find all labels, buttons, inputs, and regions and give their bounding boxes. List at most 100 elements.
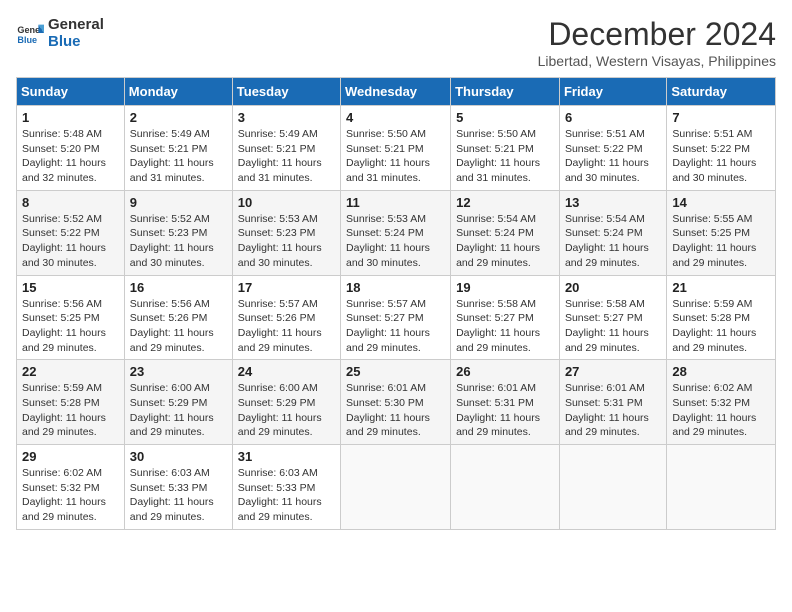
day-cell: 26 Sunrise: 6:01 AM Sunset: 5:31 PM Dayl… (451, 360, 560, 445)
day-number: 31 (238, 449, 335, 464)
day-info: Sunrise: 5:59 AM Sunset: 5:28 PM Dayligh… (672, 297, 770, 356)
day-cell: 18 Sunrise: 5:57 AM Sunset: 5:27 PM Dayl… (341, 275, 451, 360)
day-number: 26 (456, 364, 554, 379)
day-number: 2 (130, 110, 227, 125)
day-info: Sunrise: 5:50 AM Sunset: 5:21 PM Dayligh… (346, 127, 445, 186)
day-number: 22 (22, 364, 119, 379)
logo-blue: Blue (48, 33, 104, 50)
day-info: Sunrise: 5:55 AM Sunset: 5:25 PM Dayligh… (672, 212, 770, 271)
day-cell: 12 Sunrise: 5:54 AM Sunset: 5:24 PM Dayl… (451, 190, 560, 275)
day-info: Sunrise: 6:00 AM Sunset: 5:29 PM Dayligh… (238, 381, 335, 440)
day-number: 3 (238, 110, 335, 125)
day-info: Sunrise: 6:01 AM Sunset: 5:31 PM Dayligh… (565, 381, 661, 440)
day-cell: 9 Sunrise: 5:52 AM Sunset: 5:23 PM Dayli… (124, 190, 232, 275)
day-cell (341, 445, 451, 530)
header-cell-saturday: Saturday (667, 78, 776, 106)
day-info: Sunrise: 5:58 AM Sunset: 5:27 PM Dayligh… (456, 297, 554, 356)
day-cell: 29 Sunrise: 6:02 AM Sunset: 5:32 PM Dayl… (17, 445, 125, 530)
day-cell: 11 Sunrise: 5:53 AM Sunset: 5:24 PM Dayl… (341, 190, 451, 275)
day-cell: 23 Sunrise: 6:00 AM Sunset: 5:29 PM Dayl… (124, 360, 232, 445)
day-info: Sunrise: 5:50 AM Sunset: 5:21 PM Dayligh… (456, 127, 554, 186)
day-info: Sunrise: 5:53 AM Sunset: 5:23 PM Dayligh… (238, 212, 335, 271)
day-number: 12 (456, 195, 554, 210)
day-cell: 7 Sunrise: 5:51 AM Sunset: 5:22 PM Dayli… (667, 106, 776, 191)
header-cell-monday: Monday (124, 78, 232, 106)
day-cell: 24 Sunrise: 6:00 AM Sunset: 5:29 PM Dayl… (232, 360, 340, 445)
svg-text:Blue: Blue (17, 35, 37, 45)
day-cell: 5 Sunrise: 5:50 AM Sunset: 5:21 PM Dayli… (451, 106, 560, 191)
day-info: Sunrise: 5:53 AM Sunset: 5:24 PM Dayligh… (346, 212, 445, 271)
day-info: Sunrise: 6:00 AM Sunset: 5:29 PM Dayligh… (130, 381, 227, 440)
day-info: Sunrise: 6:01 AM Sunset: 5:30 PM Dayligh… (346, 381, 445, 440)
day-info: Sunrise: 5:59 AM Sunset: 5:28 PM Dayligh… (22, 381, 119, 440)
day-cell: 27 Sunrise: 6:01 AM Sunset: 5:31 PM Dayl… (559, 360, 666, 445)
day-cell: 22 Sunrise: 5:59 AM Sunset: 5:28 PM Dayl… (17, 360, 125, 445)
header-cell-thursday: Thursday (451, 78, 560, 106)
day-cell: 28 Sunrise: 6:02 AM Sunset: 5:32 PM Dayl… (667, 360, 776, 445)
logo: General Blue General Blue (16, 16, 104, 50)
day-info: Sunrise: 5:49 AM Sunset: 5:21 PM Dayligh… (238, 127, 335, 186)
week-row-1: 1 Sunrise: 5:48 AM Sunset: 5:20 PM Dayli… (17, 106, 776, 191)
header-cell-sunday: Sunday (17, 78, 125, 106)
day-number: 18 (346, 280, 445, 295)
day-cell: 15 Sunrise: 5:56 AM Sunset: 5:25 PM Dayl… (17, 275, 125, 360)
day-number: 15 (22, 280, 119, 295)
day-info: Sunrise: 5:58 AM Sunset: 5:27 PM Dayligh… (565, 297, 661, 356)
day-number: 9 (130, 195, 227, 210)
day-info: Sunrise: 5:52 AM Sunset: 5:23 PM Dayligh… (130, 212, 227, 271)
day-number: 8 (22, 195, 119, 210)
calendar-body: 1 Sunrise: 5:48 AM Sunset: 5:20 PM Dayli… (17, 106, 776, 530)
day-cell: 2 Sunrise: 5:49 AM Sunset: 5:21 PM Dayli… (124, 106, 232, 191)
day-cell (451, 445, 560, 530)
day-number: 4 (346, 110, 445, 125)
day-cell: 20 Sunrise: 5:58 AM Sunset: 5:27 PM Dayl… (559, 275, 666, 360)
day-info: Sunrise: 5:48 AM Sunset: 5:20 PM Dayligh… (22, 127, 119, 186)
day-number: 28 (672, 364, 770, 379)
day-number: 6 (565, 110, 661, 125)
day-cell: 3 Sunrise: 5:49 AM Sunset: 5:21 PM Dayli… (232, 106, 340, 191)
day-number: 17 (238, 280, 335, 295)
day-info: Sunrise: 5:54 AM Sunset: 5:24 PM Dayligh… (565, 212, 661, 271)
day-cell: 6 Sunrise: 5:51 AM Sunset: 5:22 PM Dayli… (559, 106, 666, 191)
day-cell: 25 Sunrise: 6:01 AM Sunset: 5:30 PM Dayl… (341, 360, 451, 445)
header-row: SundayMondayTuesdayWednesdayThursdayFrid… (17, 78, 776, 106)
day-number: 23 (130, 364, 227, 379)
calendar-table: SundayMondayTuesdayWednesdayThursdayFrid… (16, 77, 776, 530)
day-cell: 19 Sunrise: 5:58 AM Sunset: 5:27 PM Dayl… (451, 275, 560, 360)
day-cell: 4 Sunrise: 5:50 AM Sunset: 5:21 PM Dayli… (341, 106, 451, 191)
week-row-3: 15 Sunrise: 5:56 AM Sunset: 5:25 PM Dayl… (17, 275, 776, 360)
day-info: Sunrise: 5:49 AM Sunset: 5:21 PM Dayligh… (130, 127, 227, 186)
day-info: Sunrise: 5:52 AM Sunset: 5:22 PM Dayligh… (22, 212, 119, 271)
day-info: Sunrise: 5:54 AM Sunset: 5:24 PM Dayligh… (456, 212, 554, 271)
day-info: Sunrise: 5:56 AM Sunset: 5:25 PM Dayligh… (22, 297, 119, 356)
day-number: 14 (672, 195, 770, 210)
day-info: Sunrise: 5:57 AM Sunset: 5:27 PM Dayligh… (346, 297, 445, 356)
day-info: Sunrise: 5:51 AM Sunset: 5:22 PM Dayligh… (565, 127, 661, 186)
day-info: Sunrise: 6:01 AM Sunset: 5:31 PM Dayligh… (456, 381, 554, 440)
day-cell: 14 Sunrise: 5:55 AM Sunset: 5:25 PM Dayl… (667, 190, 776, 275)
day-info: Sunrise: 6:03 AM Sunset: 5:33 PM Dayligh… (238, 466, 335, 525)
day-number: 7 (672, 110, 770, 125)
day-cell: 31 Sunrise: 6:03 AM Sunset: 5:33 PM Dayl… (232, 445, 340, 530)
title-block: December 2024 Libertad, Western Visayas,… (538, 16, 776, 69)
day-number: 30 (130, 449, 227, 464)
month-title: December 2024 (538, 16, 776, 53)
header-cell-wednesday: Wednesday (341, 78, 451, 106)
day-info: Sunrise: 6:02 AM Sunset: 5:32 PM Dayligh… (672, 381, 770, 440)
day-cell: 8 Sunrise: 5:52 AM Sunset: 5:22 PM Dayli… (17, 190, 125, 275)
day-number: 10 (238, 195, 335, 210)
day-cell: 13 Sunrise: 5:54 AM Sunset: 5:24 PM Dayl… (559, 190, 666, 275)
day-info: Sunrise: 5:56 AM Sunset: 5:26 PM Dayligh… (130, 297, 227, 356)
week-row-5: 29 Sunrise: 6:02 AM Sunset: 5:32 PM Dayl… (17, 445, 776, 530)
page-header: General Blue General Blue December 2024 … (16, 16, 776, 69)
day-cell (667, 445, 776, 530)
day-number: 20 (565, 280, 661, 295)
week-row-2: 8 Sunrise: 5:52 AM Sunset: 5:22 PM Dayli… (17, 190, 776, 275)
week-row-4: 22 Sunrise: 5:59 AM Sunset: 5:28 PM Dayl… (17, 360, 776, 445)
day-number: 25 (346, 364, 445, 379)
day-number: 5 (456, 110, 554, 125)
location: Libertad, Western Visayas, Philippines (538, 53, 776, 69)
day-number: 29 (22, 449, 119, 464)
day-cell: 30 Sunrise: 6:03 AM Sunset: 5:33 PM Dayl… (124, 445, 232, 530)
day-number: 27 (565, 364, 661, 379)
